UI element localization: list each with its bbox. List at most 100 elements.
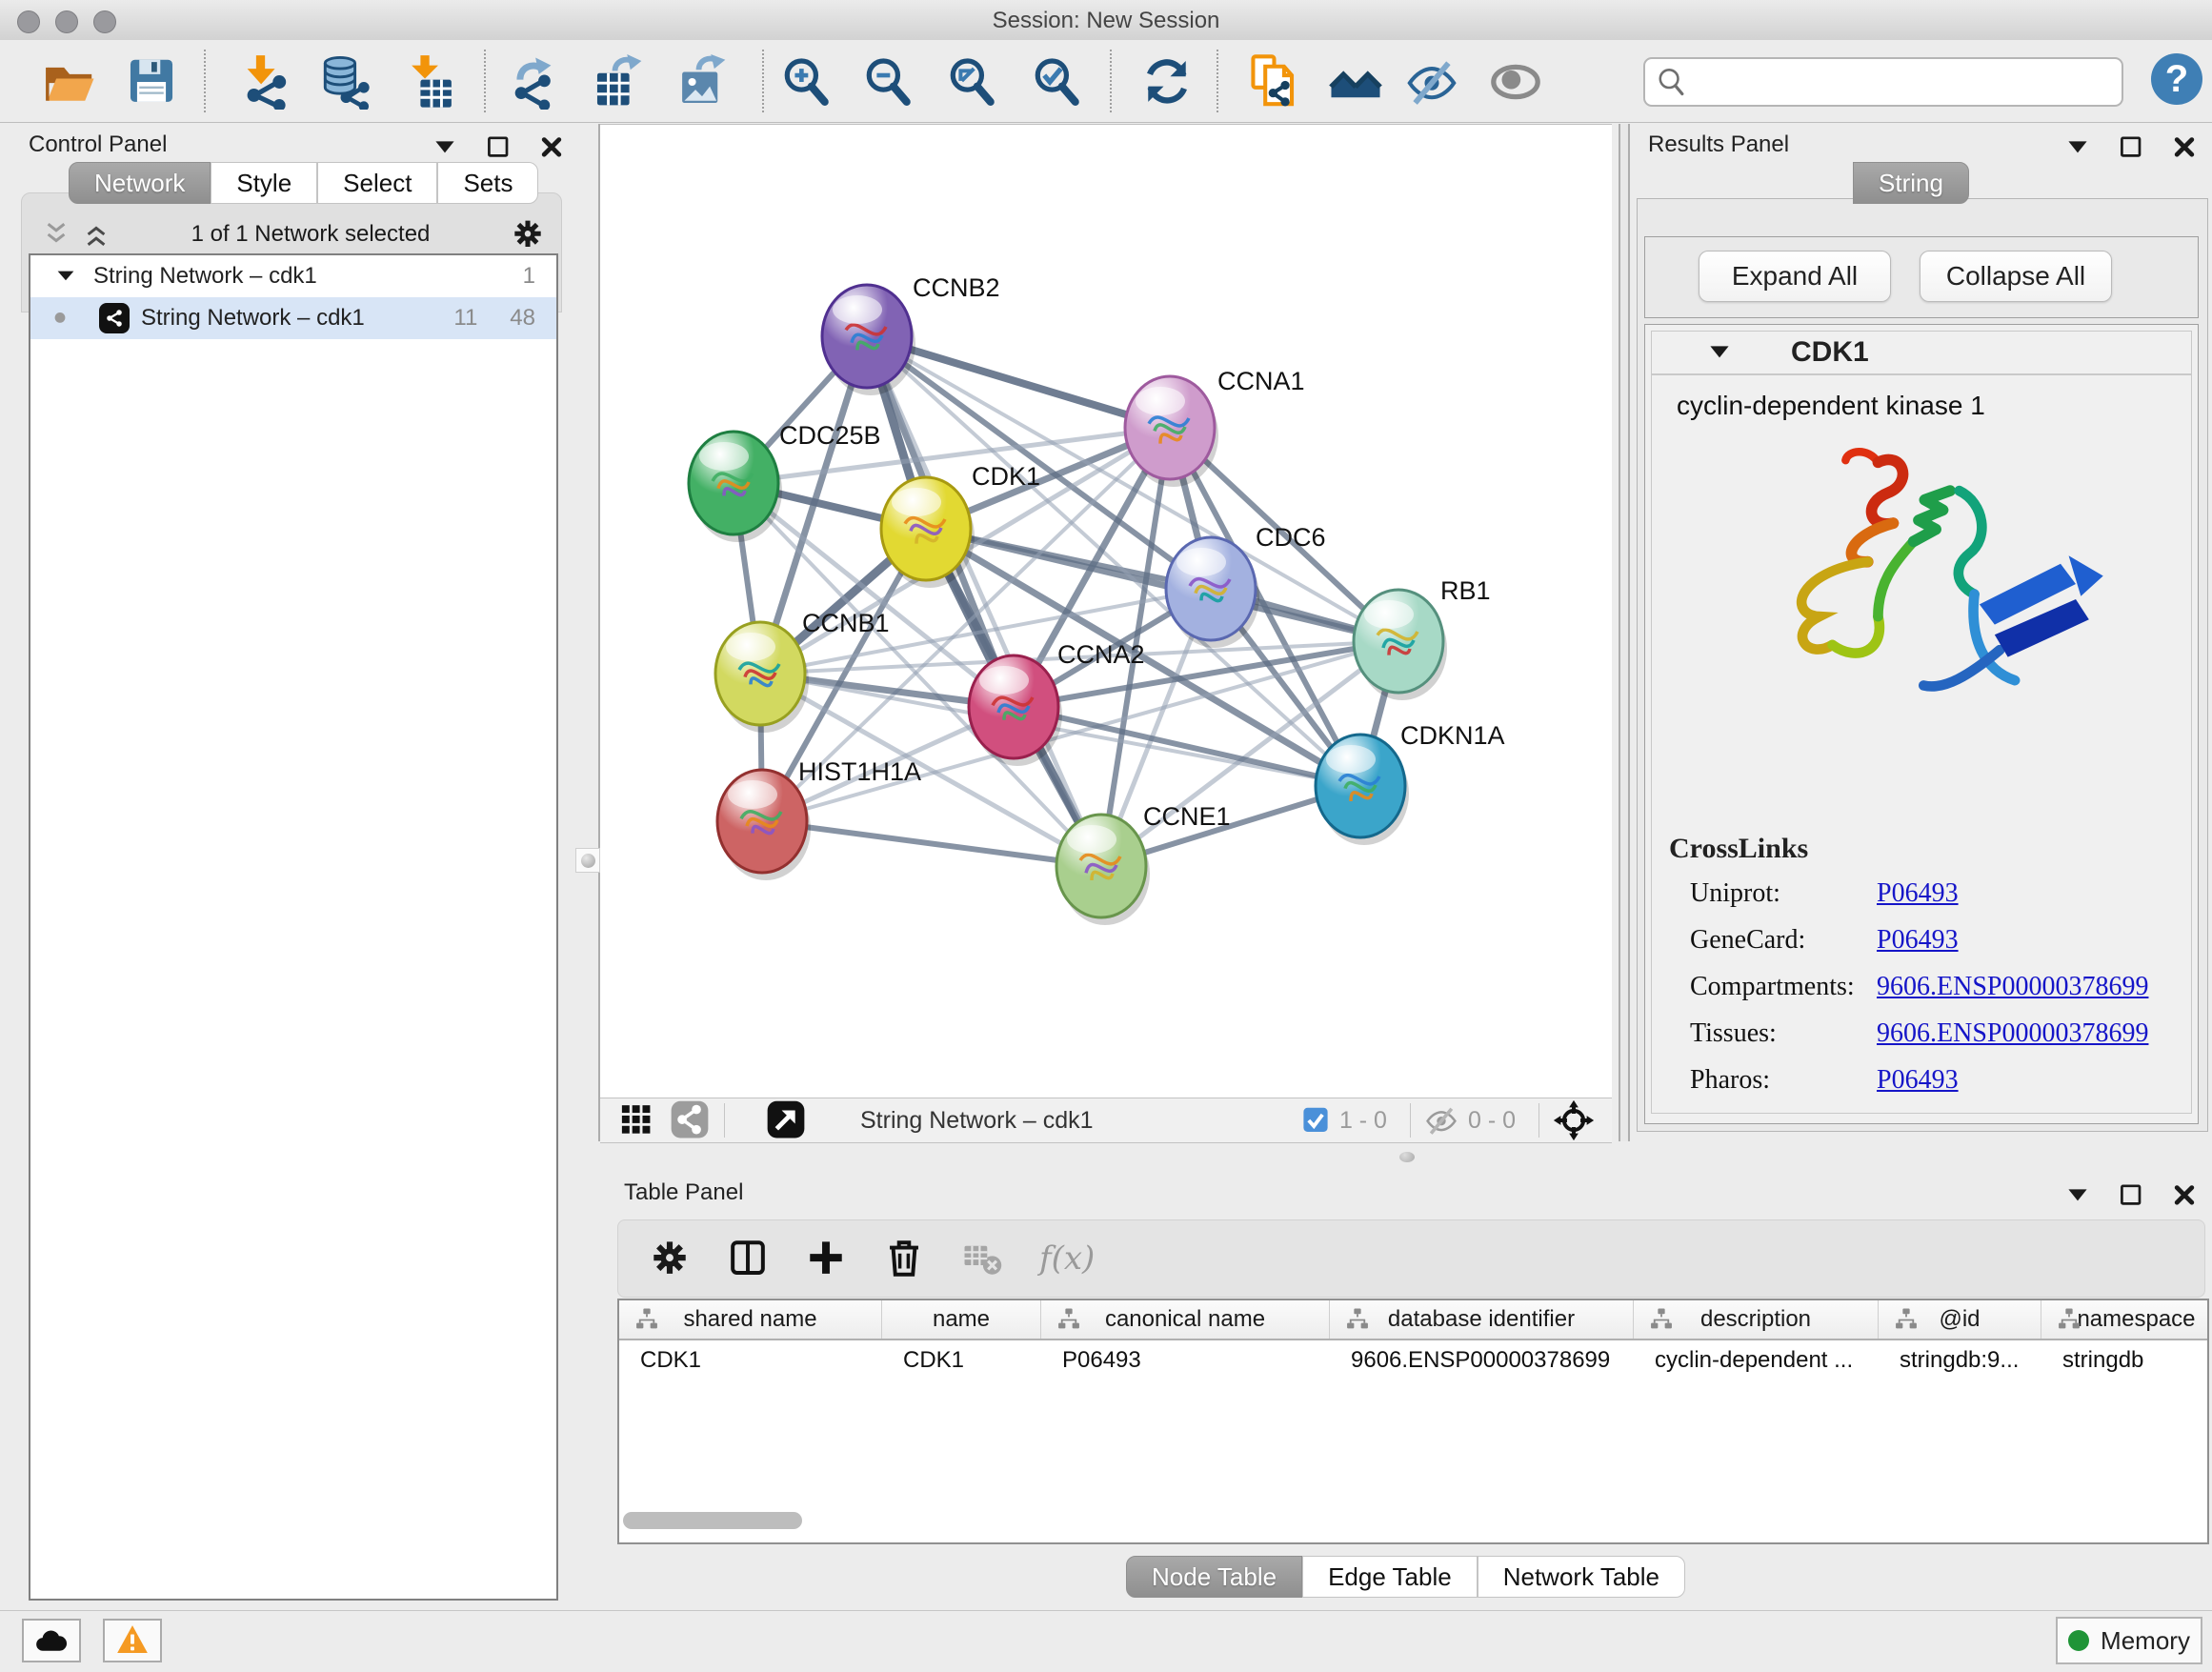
memory-button[interactable]: Memory — [2056, 1617, 2202, 1664]
network-node-ccna1[interactable] — [1125, 376, 1218, 487]
column-header-shared-name[interactable]: shared name — [619, 1300, 882, 1339]
table-settings-gear-icon[interactable] — [649, 1238, 691, 1279]
copy-style-button[interactable] — [1241, 52, 1300, 111]
network-type-icon[interactable] — [669, 1099, 711, 1141]
crosslink-link[interactable]: 9606.ENSP00000378699 — [1877, 1018, 2148, 1049]
table-cell[interactable]: P06493 — [1041, 1347, 1330, 1374]
network-node-cdc6[interactable] — [1166, 537, 1259, 648]
node-label-hist1h1a: HIST1H1A — [798, 757, 921, 786]
column-header-namespace[interactable]: namespace — [2041, 1300, 2209, 1339]
warnings-button[interactable] — [103, 1619, 162, 1662]
network-node-rb1[interactable] — [1354, 590, 1447, 700]
delete-column-icon[interactable] — [883, 1238, 925, 1279]
results-panel-float-icon[interactable] — [2117, 133, 2145, 162]
network-node-hist1h1a[interactable] — [717, 770, 811, 880]
network-edge[interactable] — [762, 821, 1101, 866]
control-panel-float-icon[interactable] — [484, 133, 513, 162]
tab-select[interactable]: Select — [317, 162, 437, 204]
zoom-out-button[interactable] — [858, 52, 917, 111]
export-network-button[interactable] — [505, 52, 564, 111]
collapse-all-button[interactable]: Collapse All — [1920, 251, 2112, 302]
tab-sets[interactable]: Sets — [437, 162, 538, 204]
tab-style[interactable]: Style — [211, 162, 317, 204]
table-panel-close-icon[interactable] — [2170, 1181, 2199, 1210]
network-node-cdc25b[interactable] — [689, 432, 782, 542]
network-node-ccna2[interactable] — [969, 655, 1062, 766]
results-panel-close-icon[interactable] — [2170, 133, 2199, 162]
collection-expander-icon[interactable] — [51, 262, 80, 291]
pan-crosshair-icon[interactable] — [1553, 1099, 1595, 1141]
network-node-cdkn1a[interactable] — [1316, 735, 1409, 845]
tab-edge-table[interactable]: Edge Table — [1302, 1556, 1478, 1598]
column-header-name[interactable]: name — [882, 1300, 1041, 1339]
collapse-all-networks-icon[interactable] — [42, 220, 70, 249]
table-panel-float-icon[interactable] — [2117, 1181, 2145, 1210]
save-session-button[interactable] — [122, 52, 181, 111]
tab-network[interactable]: Network — [69, 162, 211, 204]
table-cell[interactable]: stringdb — [2041, 1347, 2209, 1374]
tab-string[interactable]: String — [1853, 162, 1969, 204]
tab-node-table[interactable]: Node Table — [1126, 1556, 1302, 1598]
hide-selected-button[interactable] — [1402, 52, 1461, 111]
zoom-selected-button[interactable] — [1027, 52, 1086, 111]
help-button[interactable]: ? — [2151, 53, 2202, 105]
column-header--id[interactable]: @id — [1879, 1300, 2041, 1339]
network-options-gear-icon[interactable] — [511, 217, 545, 252]
network-node-cdk1[interactable] — [881, 477, 975, 588]
export-image-button[interactable] — [673, 52, 732, 111]
import-table-button[interactable] — [402, 52, 461, 111]
birds-eye-view-icon[interactable] — [765, 1099, 807, 1141]
horizontal-splitter-handle[interactable] — [1399, 1152, 1415, 1162]
network-node-ccne1[interactable] — [1056, 815, 1150, 925]
control-panel-menu-icon[interactable] — [431, 133, 459, 162]
table-cell[interactable]: 9606.ENSP00000378699 — [1330, 1347, 1634, 1374]
column-header-canonical-name[interactable]: canonical name — [1041, 1300, 1330, 1339]
add-column-icon[interactable] — [805, 1238, 847, 1279]
cdk1-section-header[interactable]: CDK1 — [1651, 331, 2192, 374]
refresh-layout-button[interactable] — [1137, 52, 1196, 111]
tab-network-table[interactable]: Network Table — [1478, 1556, 1685, 1598]
show-grid-icon[interactable] — [619, 1103, 654, 1138]
table-panel-menu-icon[interactable] — [2063, 1181, 2092, 1210]
import-network-database-button[interactable] — [314, 52, 373, 111]
table-horizontal-scrollbar[interactable] — [623, 1512, 802, 1529]
table-cell[interactable]: CDK1 — [882, 1347, 1041, 1374]
crosslink-link[interactable]: 9606.ENSP00000378699 — [1877, 972, 2148, 1002]
search-input[interactable] — [1695, 63, 2108, 99]
cloud-button[interactable] — [22, 1619, 81, 1662]
expand-all-networks-icon[interactable] — [82, 220, 111, 249]
network-edge[interactable] — [867, 336, 1101, 866]
node-attribute-icon — [1894, 1307, 1919, 1332]
open-session-button[interactable] — [40, 52, 99, 111]
zoom-in-button[interactable] — [776, 52, 835, 111]
table-cell[interactable]: stringdb:9... — [1879, 1347, 2041, 1374]
results-panel-menu-icon[interactable] — [2063, 133, 2092, 162]
home-layout-button[interactable] — [1326, 52, 1385, 111]
column-header-database-identifier[interactable]: database identifier — [1330, 1300, 1634, 1339]
import-network-file-button[interactable] — [234, 52, 293, 111]
delete-table-icon — [961, 1238, 1003, 1279]
left-splitter-handle[interactable] — [575, 848, 600, 873]
network-collection-row[interactable]: String Network – cdk1 1 — [30, 255, 556, 297]
table-row[interactable]: CDK1CDK1P064939606.ENSP00000378699cyclin… — [619, 1340, 2207, 1380]
zoom-fit-content-button[interactable] — [942, 52, 1001, 111]
crosslink-link[interactable]: P06493 — [1877, 925, 1959, 956]
network-view-canvas[interactable]: CCNB2CCNA1CDC25BCDK1CDC6RB1CCNB1CCNA2CDK… — [600, 124, 1612, 1098]
hidden-count-eye-icon[interactable] — [1424, 1103, 1458, 1138]
crosslink-link[interactable]: P06493 — [1877, 878, 1959, 909]
show-all-button[interactable] — [1486, 52, 1545, 111]
network-row[interactable]: String Network – cdk1 11 48 — [30, 297, 556, 339]
expand-all-button[interactable]: Expand All — [1699, 251, 1891, 302]
table-cell[interactable]: CDK1 — [619, 1347, 882, 1374]
table-cell[interactable]: cyclin-dependent ... — [1634, 1347, 1879, 1374]
crosslink-link[interactable]: P06493 — [1877, 1065, 1959, 1096]
network-node-ccnb2[interactable] — [822, 285, 915, 395]
column-header-description[interactable]: description — [1634, 1300, 1879, 1339]
cdk1-expander-icon[interactable] — [1705, 338, 1734, 367]
network-node-ccnb1[interactable] — [715, 622, 809, 733]
show-columns-icon[interactable] — [727, 1238, 769, 1279]
control-panel-close-icon[interactable] — [537, 133, 566, 162]
export-table-button[interactable] — [589, 52, 648, 111]
node-label-ccna2: CCNA2 — [1057, 640, 1145, 669]
selected-count-checkbox-icon[interactable] — [1301, 1106, 1330, 1135]
